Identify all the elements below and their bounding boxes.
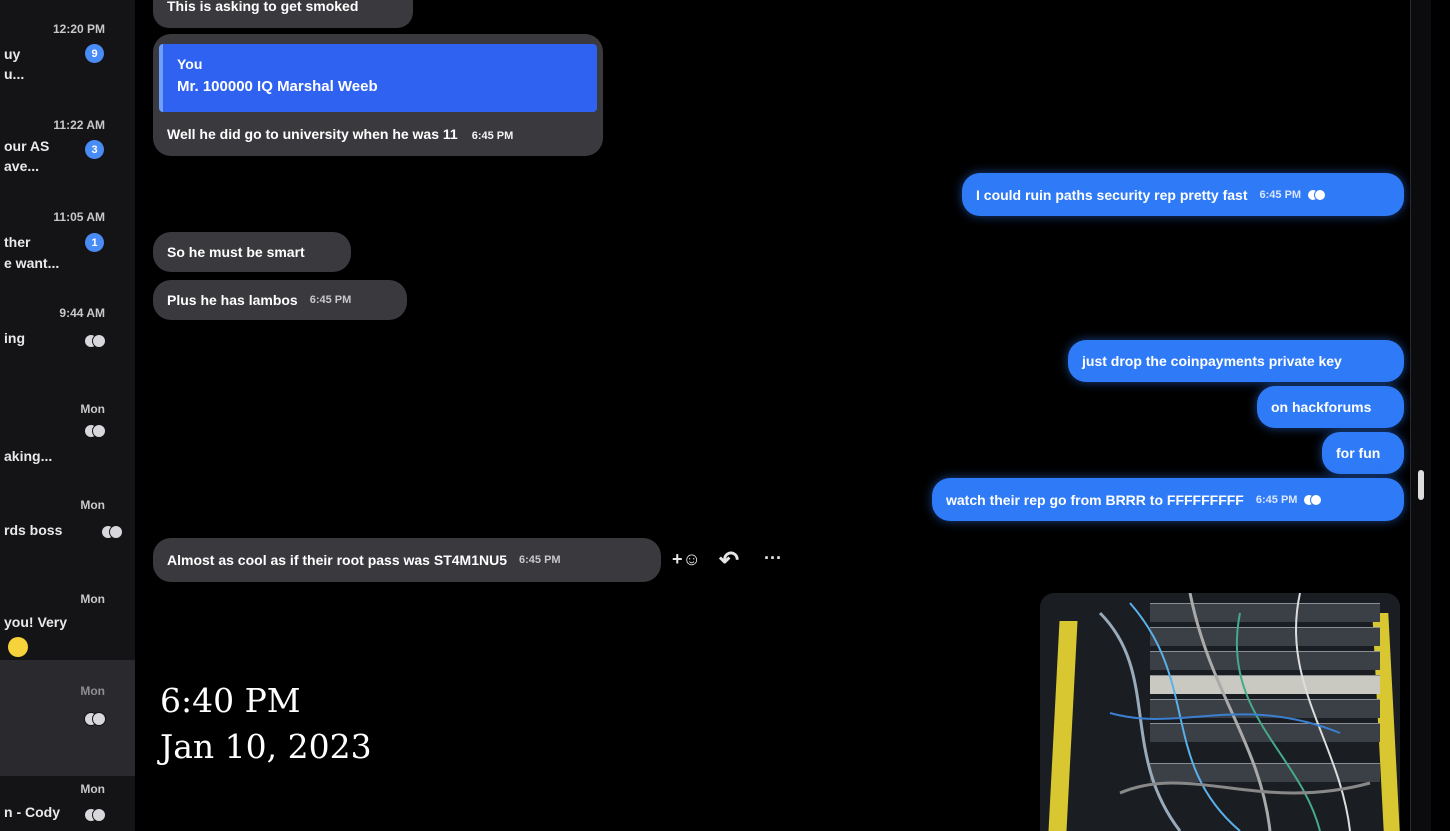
read-receipt-icon (84, 332, 106, 348)
conversation-list: 12:20 PM uy u... 9 11:22 AM our AS ave..… (0, 0, 135, 831)
scrollbar-thumb[interactable] (1418, 470, 1424, 500)
add-reaction-icon[interactable]: +☺ (672, 549, 701, 570)
quoted-message[interactable]: You Mr. 100000 IQ Marshal Weeb (159, 44, 597, 112)
read-receipt-icon (101, 523, 123, 539)
conversation-preview-line: rds boss (4, 522, 63, 538)
conversation-preview-line: ther (4, 234, 31, 250)
message-time: 6:45 PM (1259, 188, 1302, 201)
conversation-item-selected[interactable]: Mon (0, 660, 135, 776)
conversation-time: 12:20 PM (52, 22, 105, 36)
emoji-icon (8, 637, 28, 657)
conversation-item[interactable]: 11:22 AM our AS ave... 3 (0, 108, 135, 204)
message-body: So he must be smart (167, 244, 305, 260)
overlay-time: 6:40 PM (160, 681, 301, 720)
video-timestamp-overlay: 6:40 PM Jan 10, 2023 (160, 678, 372, 770)
unread-badge: 1 (85, 233, 104, 252)
message-text: Well he did go to university when he was… (167, 126, 513, 142)
outgoing-message[interactable]: on hackforums (1257, 386, 1404, 428)
conversation-time: Mon (80, 684, 105, 698)
message-body: watch their rep go from BRRR to FFFFFFFF… (946, 491, 1244, 508)
conversation-preview-line: our AS (4, 138, 50, 154)
conversation-time: Mon (80, 782, 105, 796)
message-body: Almost as cool as if their root pass was… (167, 552, 507, 568)
conversation-preview-line: e want... (4, 255, 60, 271)
conversation-time: 9:44 AM (59, 306, 105, 320)
read-receipt-icon (1303, 493, 1323, 506)
overlay-date: Jan 10, 2023 (160, 727, 372, 766)
incoming-message[interactable]: Almost as cool as if their root pass was… (153, 538, 661, 582)
conversation-item[interactable]: 9:44 AM ing (0, 296, 135, 392)
outgoing-message[interactable]: just drop the coinpayments private key (1068, 340, 1404, 382)
conversation-preview-line: uy (4, 46, 21, 62)
incoming-message[interactable]: This is asking to get smoked (153, 0, 413, 28)
conversation-preview-line: ing (4, 330, 25, 346)
conversation-item[interactable]: Mon aking... (0, 392, 135, 488)
reply-icon[interactable]: ↶ (719, 546, 739, 575)
incoming-message-with-quote[interactable]: You Mr. 100000 IQ Marshal Weeb Well he d… (153, 34, 603, 156)
incoming-message[interactable]: Plus he has lambos 6:45 PM (153, 280, 407, 320)
message-body: Plus he has lambos (167, 292, 298, 308)
read-receipt-icon (84, 422, 106, 438)
quoted-text: Mr. 100000 IQ Marshal Weeb (177, 78, 378, 95)
conversation-time: Mon (80, 592, 105, 606)
message-body: I could ruin paths security rep pretty f… (976, 186, 1248, 203)
image-attachment-server-rack[interactable] (1040, 593, 1400, 831)
message-time: 6:45 PM (309, 294, 352, 306)
outgoing-message[interactable]: watch their rep go from BRRR to FFFFFFFF… (932, 478, 1404, 521)
conversation-item[interactable]: 12:20 PM uy u... 9 (0, 12, 135, 108)
outgoing-message[interactable]: for fun (1322, 432, 1404, 474)
conversation-time: Mon (80, 498, 105, 512)
unread-badge: 3 (85, 140, 104, 159)
conversation-item[interactable]: Mon rds boss (0, 488, 135, 584)
quoted-author: You (177, 56, 203, 72)
conversation-preview-line: u... (4, 66, 25, 82)
conversation-item[interactable]: Mon n - Cody (0, 776, 135, 831)
conversation-preview-line: n - Cody (4, 804, 60, 820)
message-body: for fun (1336, 445, 1381, 461)
read-receipt-icon (84, 710, 106, 726)
more-options-icon[interactable]: ··· (764, 548, 782, 569)
message-body: Well he did go to university when he was… (167, 126, 458, 142)
cables-image (1098, 593, 1371, 831)
message-time: 6:45 PM (1255, 493, 1298, 506)
outgoing-message[interactable]: I could ruin paths security rep pretty f… (962, 173, 1404, 216)
conversation-item[interactable]: 11:05 AM ther e want... 1 (0, 200, 135, 296)
conversation-time: 11:22 AM (53, 118, 105, 132)
scrollbar[interactable] (1410, 0, 1431, 831)
conversation-preview-line: you! Very (4, 614, 68, 630)
incoming-message[interactable]: So he must be smart (153, 232, 351, 272)
conversation-time: Mon (80, 402, 105, 416)
conversation-preview-line: ave... (4, 158, 40, 174)
message-body: just drop the coinpayments private key (1082, 353, 1342, 369)
message-body: on hackforums (1271, 399, 1372, 415)
read-receipt-icon (84, 806, 106, 822)
message-time: 6:45 PM (519, 554, 561, 566)
read-receipt-icon (1307, 188, 1327, 201)
conversation-time: 11:05 AM (53, 210, 105, 224)
conversation-preview-line: aking... (4, 448, 53, 464)
unread-badge: 9 (85, 44, 104, 63)
message-time: 6:45 PM (471, 130, 514, 142)
